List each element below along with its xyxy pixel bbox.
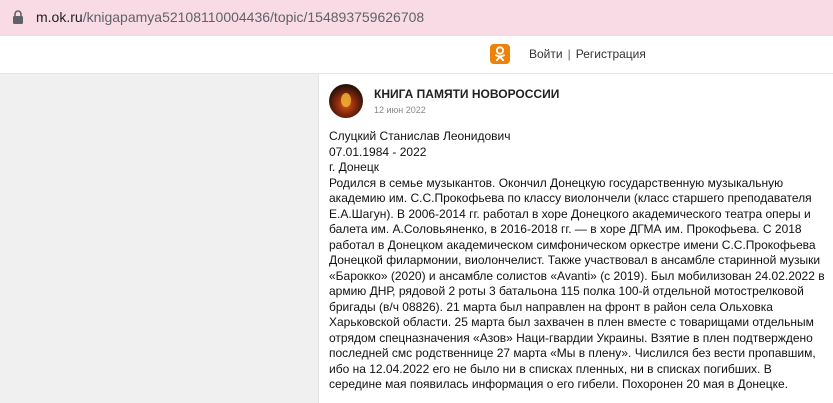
person-name: Слуцкий Станислав Леонидович — [329, 129, 511, 143]
flame-icon — [341, 93, 351, 107]
odnoklassniki-icon[interactable] — [490, 44, 510, 64]
life-dates: 07.01.1984 - 2022 — [329, 144, 427, 159]
register-link[interactable]: Регистрация — [576, 47, 646, 61]
url-host: m.ok.ru — [36, 9, 83, 25]
address-bar[interactable]: m.ok.ru/knigapamya52108110004436/topic/1… — [0, 0, 833, 36]
post-card: КНИГА ПАМЯТИ НОВОРОССИИ 12 июн 2022 Слуц… — [318, 74, 833, 403]
url-path: /knigapamya52108110004436/topic/15489375… — [82, 9, 425, 25]
biography: Родился в семье музыкантов. Окончил Доне… — [329, 175, 825, 392]
site-header: Войти | Регистрация — [0, 36, 833, 74]
auth-separator: | — [567, 47, 571, 61]
login-link[interactable]: Войти — [529, 47, 563, 61]
group-name[interactable]: КНИГА ПАМЯТИ НОВОРОССИИ — [374, 87, 559, 101]
city: г. Донецк — [329, 160, 379, 174]
group-avatar[interactable] — [329, 84, 363, 118]
url-text[interactable]: m.ok.ru/knigapamya52108110004436/topic/1… — [36, 9, 424, 25]
auth-links: Войти | Регистрация — [529, 47, 646, 61]
post-date: 12 июн 2022 — [374, 105, 426, 115]
post-body: Слуцкий Станислав Леонидович 07.01.1984 … — [329, 129, 825, 393]
lock-icon — [13, 10, 23, 24]
